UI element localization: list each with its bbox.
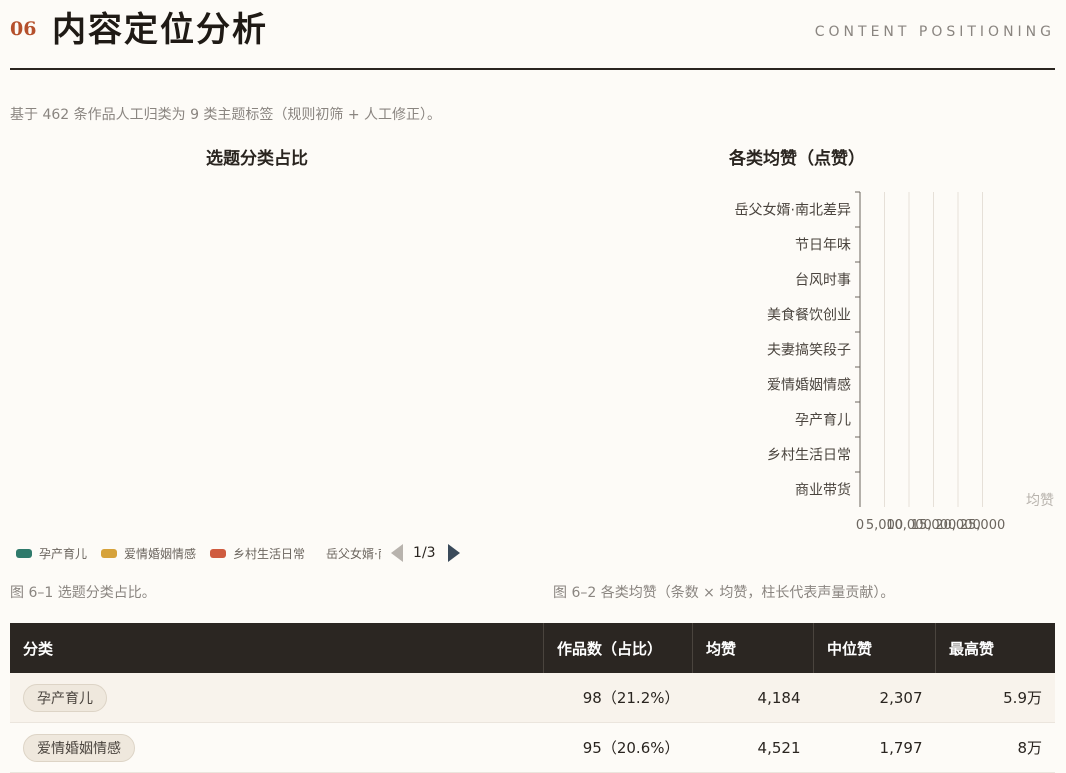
legend-label: 乡村生活日常	[233, 546, 306, 561]
section-header: 06 内容定位分析 CONTENT POSITIONING	[10, 0, 1055, 70]
section-title: 内容定位分析	[52, 10, 268, 50]
legend-prev-arrow-icon[interactable]	[391, 544, 404, 562]
legend-item[interactable]: 乡村生活日常	[210, 545, 305, 562]
bar-chart-category-labels: 岳父女婿·南北差异节日年味台风时事美食餐饮创业夫妻搞笑段子爱情婚姻情感孕产育儿乡…	[735, 191, 860, 499]
legend-item[interactable]: 爱情婚姻情感	[101, 545, 196, 562]
pie-chart-title: 选题分类占比	[206, 149, 308, 169]
table-row: 孕产育儿 98（21.2%） 4,184 2,307 5.9万	[10, 673, 1055, 723]
category-label: 夫妻搞笑段子	[767, 343, 851, 359]
cell-count: 95（20.6%）	[543, 722, 693, 773]
category-label: 台风时事	[795, 273, 851, 289]
pie-legend: 孕产育儿 爱情婚姻情感 乡村生活日常 岳父女婿·南北差异 1/3	[16, 542, 460, 564]
cell-count: 98（21.2%）	[543, 673, 693, 723]
cell-max: 5.9万	[935, 673, 1055, 723]
bar-chart: 岳父女婿·南北差异节日年味台风时事美食餐饮创业夫妻搞笑段子爱情婚姻情感孕产育儿乡…	[735, 191, 1054, 533]
category-label: 乡村生活日常	[767, 448, 851, 464]
table-header-row: 分类 作品数（占比） 均赞 中位赞 最高赞	[10, 623, 1055, 673]
legend-label: 爱情婚姻情感	[124, 546, 197, 561]
legend-item[interactable]: 岳父女婿·南北差异	[319, 545, 381, 562]
legend-swatch	[101, 548, 118, 558]
legend-label: 岳父女婿·南北差异	[326, 546, 381, 561]
bar-chart-tick-labels: 0 5,00010,00015,00020,00025,000	[856, 518, 1005, 533]
cell-avg: 4,521	[692, 722, 814, 773]
category-label: 节日年味	[795, 238, 851, 254]
category-label: 美食餐饮创业	[767, 307, 851, 324]
bar-caption: 图 6–2 各类均赞（条数 × 均赞，柱长代表声量贡献）。	[553, 585, 895, 601]
intro-text: 基于 462 条作品人工归类为 9 类主题标签（规则初筛 + 人工修正）。	[10, 107, 442, 123]
header-divider	[10, 68, 1055, 70]
x-tick-label: 25,000	[960, 518, 1006, 533]
x-tick-label: 0	[856, 518, 864, 533]
col-header-avg[interactable]: 均赞	[692, 623, 814, 673]
legend-label: 孕产育儿	[39, 546, 88, 561]
category-label: 孕产育儿	[795, 413, 851, 429]
legend-item[interactable]: 孕产育儿	[16, 545, 87, 562]
col-header-max[interactable]: 最高赞	[936, 623, 1056, 673]
bar-chart-grid	[884, 192, 983, 507]
section-number: 06	[10, 18, 37, 40]
bar-chart-title: 各类均赞（点赞）	[729, 149, 865, 169]
legend-swatch	[16, 548, 32, 558]
col-header-median[interactable]: 中位赞	[813, 623, 936, 673]
col-header-category[interactable]: 分类	[10, 623, 544, 673]
pie-caption: 图 6–1 选题分类占比。	[10, 585, 156, 601]
cell-max: 8万	[935, 722, 1055, 773]
bar-chart-x-label: 均赞	[1026, 493, 1054, 509]
legend-next-arrow-icon[interactable]	[447, 544, 460, 562]
legend-swatch	[210, 548, 227, 558]
col-header-count[interactable]: 作品数（占比）	[543, 623, 693, 673]
legend-page-indicator: 1/3	[413, 545, 436, 561]
category-tag[interactable]: 孕产育儿	[23, 683, 107, 712]
cell-median: 2,307	[813, 673, 936, 723]
category-label: 爱情婚姻情感	[767, 377, 851, 394]
cell-avg: 4,184	[692, 673, 814, 723]
category-label: 岳父女婿·南北差异	[735, 202, 851, 219]
category-label: 商业带货	[795, 482, 851, 499]
table-row: 爱情婚姻情感 95（20.6%） 4,521 1,797 8万	[10, 722, 1055, 773]
cell-median: 1,797	[813, 722, 936, 773]
category-table: 分类 作品数（占比） 均赞 中位赞 最高赞 孕产育儿 98（21.2%） 4,1…	[10, 623, 1055, 773]
category-tag[interactable]: 爱情婚姻情感	[23, 733, 135, 762]
legend-pager: 1/3	[391, 544, 460, 562]
section-english-title: CONTENT POSITIONING	[814, 24, 1055, 40]
